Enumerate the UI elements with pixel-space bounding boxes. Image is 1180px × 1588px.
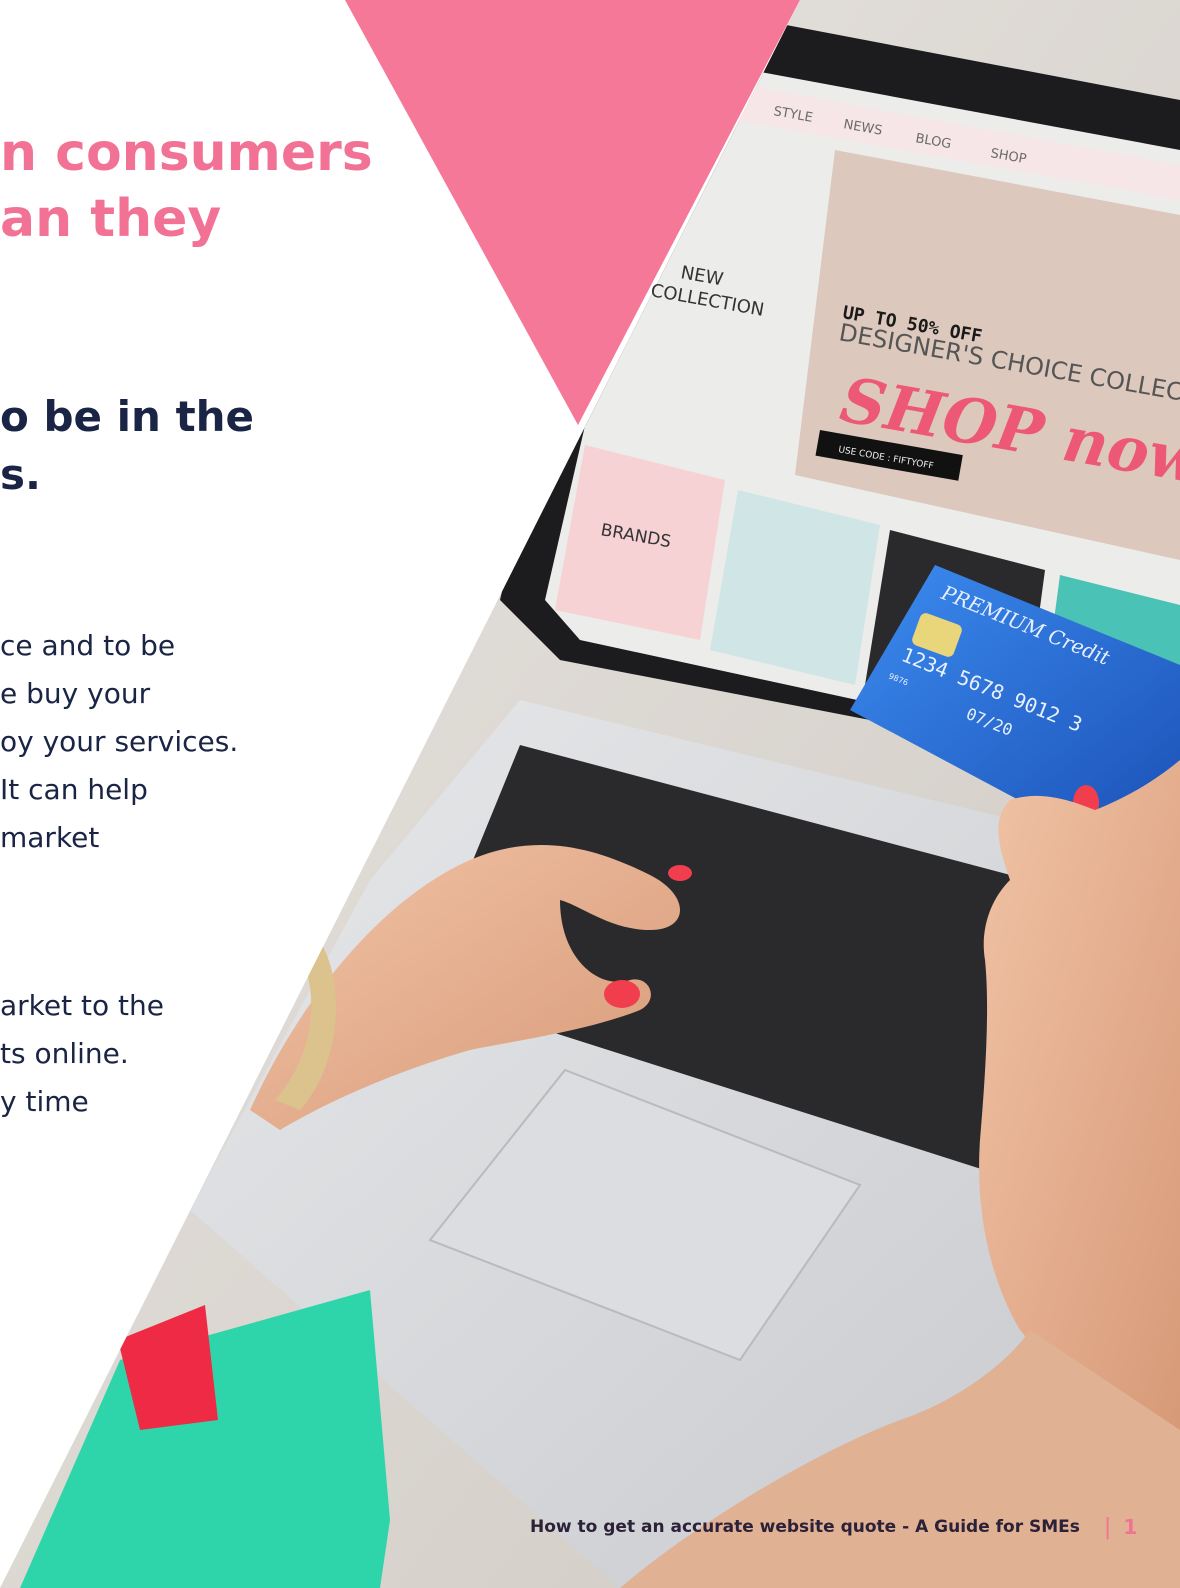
body1-line-4: It can help — [0, 773, 148, 806]
headline-line-1: n consumers — [0, 123, 373, 183]
body2-line-2: ts online. — [0, 1037, 129, 1070]
body2-line-3: y time — [0, 1085, 89, 1118]
page: STYLE NEWS BLOG SHOP NEW COLLECTION UP T… — [0, 0, 1180, 1588]
headline: n consumers an they — [0, 120, 373, 252]
footer-separator: | — [1103, 1514, 1112, 1540]
headline-line-2: an they — [0, 189, 222, 249]
subheading: o be in the s. — [0, 388, 254, 504]
body-paragraph-2: arket to the ts online. y time — [0, 982, 164, 1126]
body1-line-1: ce and to be — [0, 629, 176, 662]
page-number: 1 — [1123, 1515, 1138, 1539]
page-footer: How to get an accurate website quote - A… — [530, 1512, 1137, 1542]
body1-line-2: e buy your — [0, 677, 151, 710]
body-paragraph-1: ce and to be e buy your oy your services… — [0, 622, 238, 862]
footer-title: How to get an accurate website quote - A… — [530, 1517, 1080, 1537]
body1-line-3: oy your services. — [0, 725, 239, 758]
body1-line-5: market — [0, 821, 100, 854]
subheading-line-2: s. — [0, 450, 41, 499]
body2-line-1: arket to the — [0, 989, 164, 1022]
subheading-line-1: o be in the — [0, 392, 255, 441]
